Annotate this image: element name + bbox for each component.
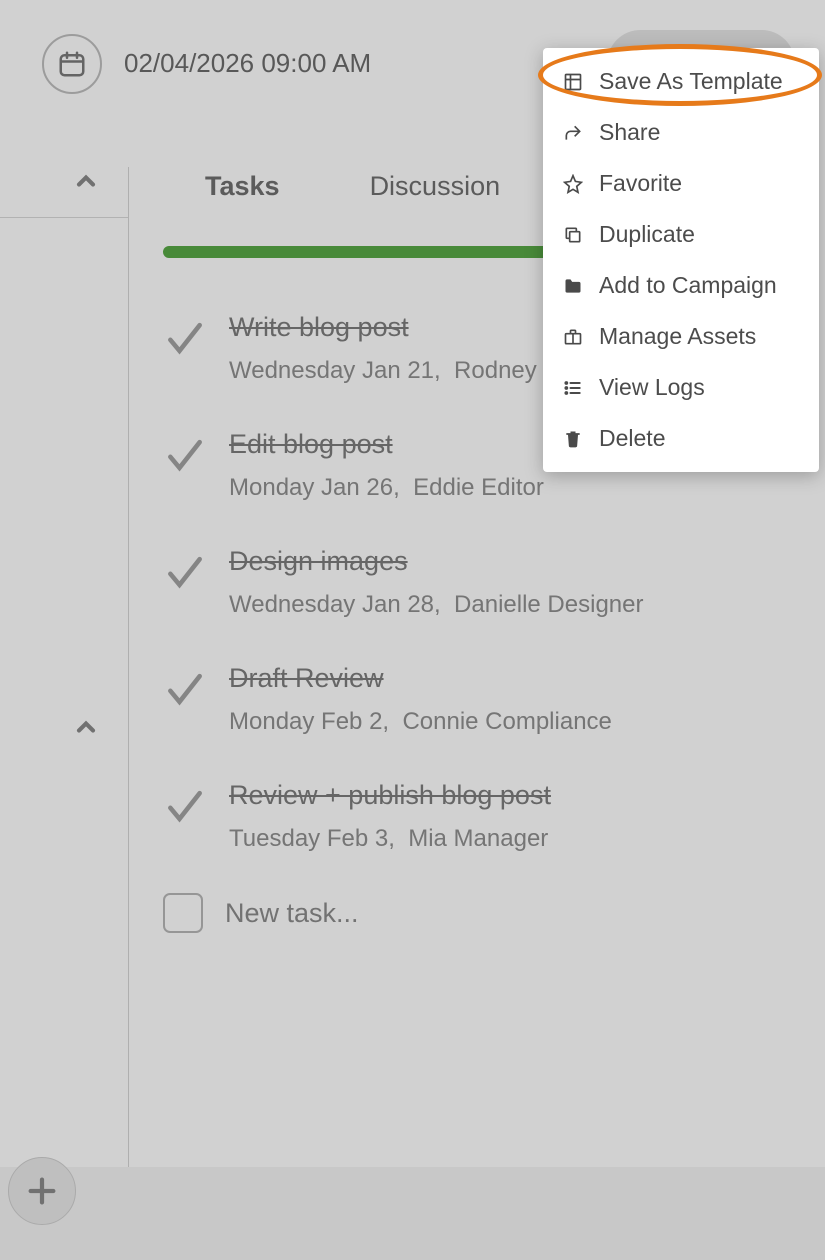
checkmark-icon	[163, 316, 207, 360]
menu-label: Favorite	[599, 170, 682, 197]
task-assignee: Danielle Designer	[454, 591, 643, 618]
duplicate-icon	[561, 225, 585, 245]
side-divider	[0, 217, 128, 218]
task-assignee: Eddie Editor	[413, 474, 544, 501]
task-row[interactable]: Draft Review Monday Feb 2, Connie Compli…	[163, 645, 795, 762]
new-task-row[interactable]: New task...	[163, 879, 795, 933]
menu-label: Duplicate	[599, 221, 695, 248]
menu-duplicate[interactable]: Duplicate	[543, 209, 819, 260]
task-assignee: Connie Compliance	[402, 708, 611, 735]
menu-manage-assets[interactable]: Manage Assets	[543, 311, 819, 362]
folder-icon	[561, 276, 585, 296]
calendar-button[interactable]	[42, 34, 102, 94]
plus-icon	[25, 1174, 59, 1208]
task-meta: Monday Jan 26, Eddie Editor	[229, 474, 795, 502]
checkmark-icon	[163, 550, 207, 594]
template-icon	[561, 72, 585, 92]
chevron-up-icon	[72, 167, 100, 195]
collapse-toggle-2[interactable]	[0, 713, 128, 741]
add-fab-button[interactable]	[8, 1157, 76, 1225]
menu-label: Save As Template	[599, 68, 783, 95]
new-task-checkbox[interactable]	[163, 893, 203, 933]
scheduled-date: 02/04/2026 09:00 AM	[124, 48, 371, 79]
task-date: Tuesday Feb 3,	[229, 825, 395, 852]
task-row[interactable]: Design images Wednesday Jan 28, Danielle…	[163, 528, 795, 645]
menu-share[interactable]: Share	[543, 107, 819, 158]
menu-favorite[interactable]: Favorite	[543, 158, 819, 209]
menu-save-template[interactable]: Save As Template	[543, 56, 819, 107]
menu-view-logs[interactable]: View Logs	[543, 362, 819, 413]
task-title: Draft Review	[229, 663, 795, 694]
menu-add-campaign[interactable]: Add to Campaign	[543, 260, 819, 311]
tab-tasks[interactable]: Tasks	[205, 171, 280, 202]
task-meta: Monday Feb 2, Connie Compliance	[229, 708, 795, 736]
task-assignee: Mia Manager	[408, 825, 548, 852]
side-column	[0, 167, 128, 1167]
star-icon	[561, 174, 585, 194]
task-meta: Tuesday Feb 3, Mia Manager	[229, 825, 795, 853]
task-date: Monday Jan 26,	[229, 474, 400, 501]
chevron-up-icon	[72, 713, 100, 741]
task-title: Design images	[229, 546, 795, 577]
checkmark-icon	[163, 667, 207, 711]
list-icon	[561, 378, 585, 398]
task-date: Wednesday Jan 21,	[229, 357, 441, 384]
menu-label: Manage Assets	[599, 323, 756, 350]
calendar-icon	[57, 49, 87, 79]
task-row[interactable]: Review + publish blog post Tuesday Feb 3…	[163, 762, 795, 879]
new-task-placeholder[interactable]: New task...	[225, 898, 359, 929]
options-dropdown: Save As Template Share Favorite Duplicat…	[543, 48, 819, 472]
task-meta: Wednesday Jan 28, Danielle Designer	[229, 591, 795, 619]
checkmark-icon	[163, 433, 207, 477]
briefcase-icon	[561, 327, 585, 347]
tab-discussion[interactable]: Discussion	[370, 171, 501, 202]
task-date: Monday Feb 2,	[229, 708, 389, 735]
trash-icon	[561, 429, 585, 449]
share-icon	[561, 123, 585, 143]
menu-delete[interactable]: Delete	[543, 413, 819, 464]
menu-label: Share	[599, 119, 660, 146]
collapse-toggle-1[interactable]	[0, 167, 128, 195]
task-title: Review + publish blog post	[229, 780, 795, 811]
menu-label: View Logs	[599, 374, 705, 401]
menu-label: Add to Campaign	[599, 272, 777, 299]
checkmark-icon	[163, 784, 207, 828]
task-date: Wednesday Jan 28,	[229, 591, 441, 618]
menu-label: Delete	[599, 425, 665, 452]
